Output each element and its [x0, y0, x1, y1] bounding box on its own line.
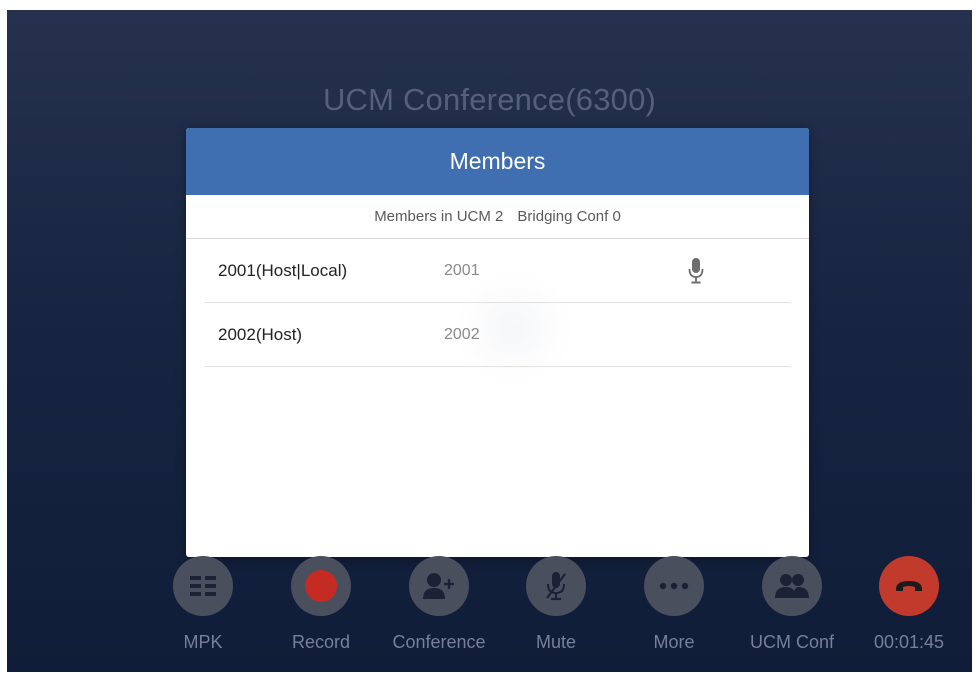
call-title: UCM Conference(6300) [322, 82, 657, 117]
hangup-circle[interactable] [879, 556, 939, 616]
mpk-label: MPK [183, 632, 223, 652]
member-name: 2001(Host|Local) [218, 260, 348, 280]
ucm-conf-button[interactable]: UCM Conf [737, 556, 847, 653]
mpk-circle[interactable] [173, 556, 233, 616]
call-toolbar: MPK Record Conference Mute More UCM Conf… [7, 556, 972, 672]
member-row[interactable]: 2002(Host) 2002 [204, 303, 791, 367]
more-label: More [653, 632, 695, 652]
mute-circle[interactable] [526, 556, 586, 616]
microphone-icon[interactable] [688, 257, 704, 285]
mute-button[interactable]: Mute [501, 556, 611, 653]
hangup-icon [896, 581, 922, 591]
member-list: 2001(Host|Local) 2001 2002(Host) 2002 [186, 239, 809, 367]
more-button[interactable]: More [619, 556, 729, 653]
ucm-conf-label: UCM Conf [749, 632, 834, 652]
call-timer: 00:01:45 [873, 632, 945, 652]
dialog-header: Members [186, 128, 809, 195]
member-row[interactable]: 2001(Host|Local) 2001 [204, 239, 791, 303]
ucm-conf-circle[interactable] [762, 556, 822, 616]
members-in-ucm-count: Members in UCM 2 [374, 208, 504, 225]
members-summary: Members in UCM 2 Bridging Conf 0 [186, 195, 809, 239]
record-label: Record [291, 632, 351, 652]
add-person-icon [423, 573, 454, 599]
conference-button[interactable]: Conference [384, 556, 494, 653]
member-name: 2002(Host) [218, 324, 303, 344]
mute-label: Mute [535, 632, 577, 652]
record-button[interactable]: Record [266, 556, 376, 653]
member-number: 2002 [444, 325, 480, 343]
call-screen: UCM Conference(6300) Members Members in … [7, 10, 972, 672]
record-circle[interactable] [291, 556, 351, 616]
members-dialog: Members Members in UCM 2 Bridging Conf 0… [186, 128, 809, 557]
grid-icon [190, 576, 216, 596]
group-icon [775, 574, 809, 598]
conference-circle[interactable] [409, 556, 469, 616]
dialog-title: Members [449, 148, 546, 174]
mute-mic-icon [546, 572, 566, 601]
bridging-conf-count: Bridging Conf 0 [517, 208, 621, 225]
mpk-button[interactable]: MPK [148, 556, 258, 653]
hangup-button[interactable]: 00:01:45 [854, 556, 964, 653]
more-dots-icon [659, 582, 689, 590]
member-number: 2001 [444, 261, 480, 279]
more-circle[interactable] [644, 556, 704, 616]
conference-label: Conference [392, 632, 486, 652]
record-icon [305, 570, 337, 602]
